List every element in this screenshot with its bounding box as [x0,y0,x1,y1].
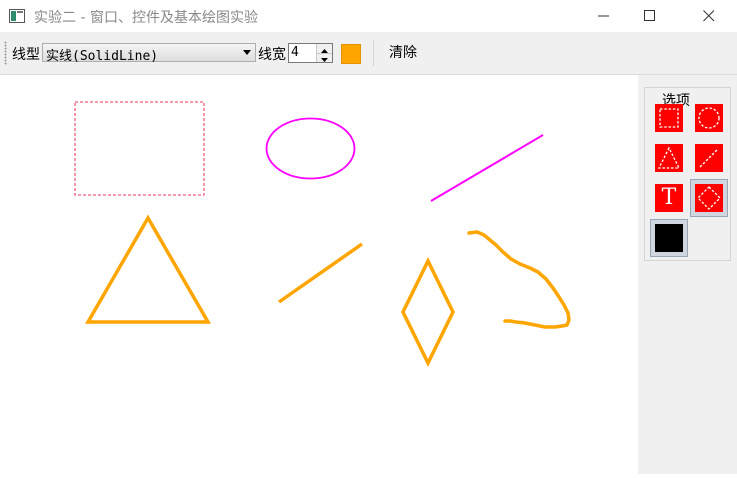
toolbar-grip-handle[interactable] [4,41,7,65]
canvas-drawing [74,101,571,367]
options-dock: 选项 T [638,75,737,474]
rectangle-tool-button[interactable] [650,99,688,137]
window-title: 实验二 - 窗口、控件及基本绘图实验 [34,10,258,26]
drawn-dashed-rectangle [74,101,205,196]
spin-down-button[interactable] [317,53,332,62]
line-width-spinbox[interactable]: 4 [288,43,333,63]
freehand-tool-button[interactable] [650,219,688,257]
dashed-line-icon [699,148,719,168]
drawn-ellipse [265,117,356,180]
text-tool-face: T [655,184,683,212]
rectangle-tool-face [655,104,683,132]
drawn-orange-line [277,242,364,304]
line-type-combobox[interactable]: 实线(SolidLine) [42,43,256,64]
drawn-diamond [401,257,455,367]
ellipse-tool-button[interactable] [690,99,728,137]
toolbar-separator [373,40,374,66]
ellipse-tool-face [695,104,723,132]
triangle-tool-button[interactable] [650,139,688,177]
maximize-icon [644,10,655,21]
black-square-icon [655,224,683,252]
drawn-triangle [84,214,212,324]
title-bar: 实验二 - 窗口、控件及基本绘图实验 [0,0,737,32]
drawing-canvas[interactable] [0,75,638,474]
clear-button[interactable]: 清除 [383,40,423,66]
text-icon: T [661,185,677,210]
diamond-tool-button[interactable] [690,179,728,217]
text-tool-button[interactable]: T [650,179,688,217]
line-type-value: 实线(SolidLine) [46,49,159,64]
close-icon [703,10,715,22]
dashed-rectangle-icon [659,108,679,128]
minimize-button[interactable] [581,0,627,32]
spin-buttons [316,44,332,62]
maximize-button[interactable] [627,0,673,32]
line-tool-face [695,144,723,172]
line-type-label: 线型 [12,47,40,63]
minimize-icon [598,15,609,17]
drawn-freehand-curve [467,230,571,329]
app-window-icon [9,9,25,23]
dashed-circle-icon [698,107,720,129]
dashed-triangle-icon [657,146,681,169]
triangle-tool-face [655,144,683,172]
options-groupbox: 选项 T [644,87,731,261]
arrow-down-icon [321,58,328,62]
chevron-down-icon [243,50,251,55]
close-button[interactable] [686,0,732,32]
toolbar: 线型 实线(SolidLine) 线宽 4 清除 [0,32,737,75]
drawn-magenta-line [430,134,544,202]
line-width-value: 4 [291,45,299,60]
line-width-label: 线宽 [258,47,286,63]
line-tool-button[interactable] [690,139,728,177]
dashed-diamond-icon [697,186,721,210]
pen-color-button[interactable] [341,44,361,64]
diamond-tool-face [695,184,723,212]
